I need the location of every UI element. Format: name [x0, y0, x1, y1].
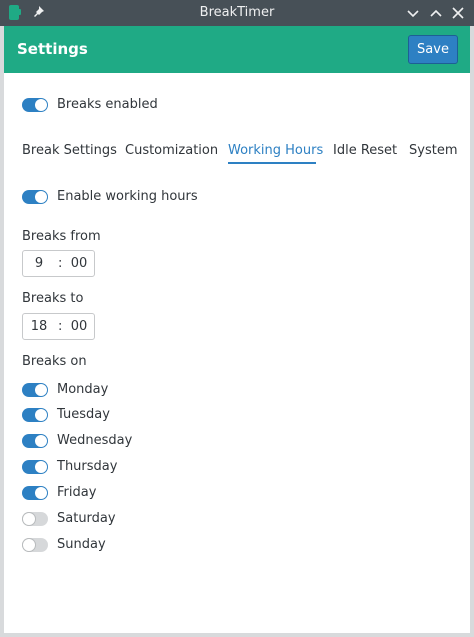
breaks-enabled-label: Breaks enabled: [57, 97, 158, 112]
tuesday-toggle[interactable]: [22, 408, 48, 422]
breaks-from-hour[interactable]: 9: [29, 256, 49, 271]
day-label-monday: Monday: [57, 382, 109, 397]
toggle-knob: [35, 191, 47, 203]
tab-break-settings[interactable]: Break Settings: [22, 143, 117, 158]
wednesday-toggle[interactable]: [22, 434, 48, 448]
tab-customization[interactable]: Customization: [125, 143, 218, 158]
maximize-icon[interactable]: [428, 5, 444, 21]
day-label-friday: Friday: [57, 485, 97, 500]
time-separator: :: [58, 319, 63, 334]
toggle-knob: [23, 513, 35, 525]
breaks-to-label: Breaks to: [22, 291, 84, 306]
toggle-knob: [35, 487, 47, 499]
day-label-thursday: Thursday: [57, 459, 118, 474]
monday-toggle[interactable]: [22, 383, 48, 397]
day-label-wednesday: Wednesday: [57, 433, 133, 448]
save-button[interactable]: Save: [408, 35, 458, 64]
breaks-from-label: Breaks from: [22, 229, 101, 244]
breaks-to-hour[interactable]: 18: [29, 319, 49, 334]
breaks-enabled-toggle[interactable]: [22, 98, 48, 112]
toggle-knob: [35, 99, 47, 111]
settings-header: Settings Save: [4, 26, 470, 73]
breaks-from-time-input[interactable]: 9 : 00: [22, 250, 95, 277]
breaks-on-label: Breaks on: [22, 354, 87, 369]
window-border-right: [470, 26, 474, 637]
window-border-left: [0, 26, 4, 637]
toggle-knob: [35, 461, 47, 473]
toggle-knob: [23, 539, 35, 551]
tab-working-hours[interactable]: Working Hours: [228, 143, 323, 158]
friday-toggle[interactable]: [22, 486, 48, 500]
breaks-to-minute[interactable]: 00: [67, 319, 91, 334]
minimize-icon[interactable]: [405, 5, 421, 21]
window-titlebar: BreakTimer: [0, 0, 474, 26]
toggle-knob: [35, 384, 47, 396]
day-label-saturday: Saturday: [57, 511, 116, 526]
active-tab-indicator: [228, 162, 316, 164]
tab-idle-reset[interactable]: Idle Reset: [333, 143, 397, 158]
window-title: BreakTimer: [199, 5, 275, 20]
page-title: Settings: [17, 40, 88, 58]
toggle-knob: [35, 409, 47, 421]
toggle-knob: [35, 435, 47, 447]
enable-working-hours-toggle[interactable]: [22, 190, 48, 204]
day-label-tuesday: Tuesday: [57, 407, 110, 422]
time-separator: :: [58, 256, 63, 271]
saturday-toggle[interactable]: [22, 512, 48, 526]
breaks-from-minute[interactable]: 00: [67, 256, 91, 271]
sunday-toggle[interactable]: [22, 538, 48, 552]
thursday-toggle[interactable]: [22, 460, 48, 474]
enable-working-hours-label: Enable working hours: [57, 189, 198, 204]
close-icon[interactable]: [450, 5, 466, 21]
tab-system[interactable]: System: [409, 143, 457, 158]
breaks-to-time-input[interactable]: 18 : 00: [22, 313, 95, 340]
window-border-bottom: [0, 633, 474, 637]
day-label-sunday: Sunday: [57, 537, 106, 552]
